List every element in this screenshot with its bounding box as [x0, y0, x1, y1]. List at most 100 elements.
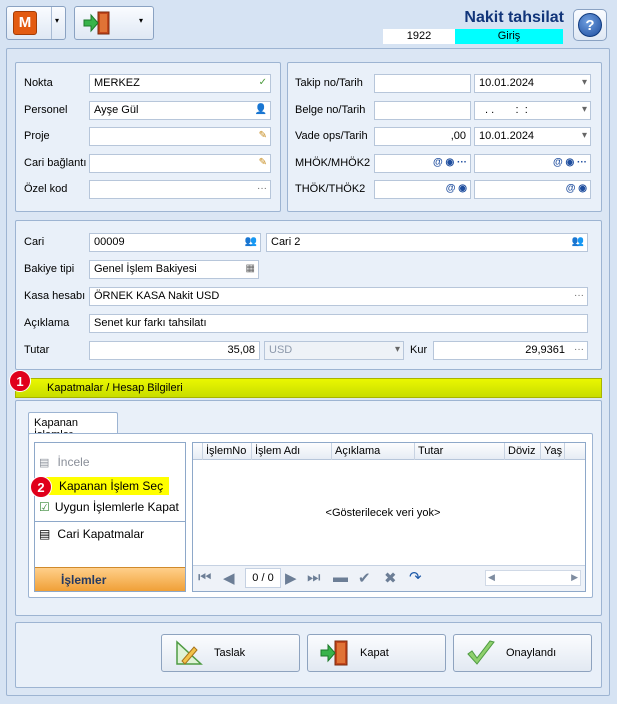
grid-header: İşlemNo İşlem Adı Açıklama Tutar Döviz Y… — [193, 443, 585, 460]
next-record-icon[interactable]: ▶ — [285, 569, 297, 587]
last-record-icon[interactable]: ⏭ — [307, 569, 321, 586]
tab-kapanan-islemler[interactable]: Kapanan İşlemler — [28, 412, 118, 441]
menu-item-incele[interactable]: ▤ İncele — [39, 455, 179, 473]
vade-ops-field[interactable]: ,00 — [374, 127, 471, 146]
belge-date-value: . . : : — [485, 104, 528, 116]
chevron-down-icon: ▾ — [55, 16, 60, 25]
ellipsis-icon: ··· — [574, 344, 584, 355]
grid-indicator-col — [193, 443, 203, 460]
islemler-footer[interactable]: İşlemler — [35, 567, 185, 591]
aciklama-label: Açıklama — [24, 317, 70, 329]
scroll-left-icon[interactable]: ◀ — [488, 572, 495, 583]
help-button[interactable]: ? — [573, 9, 607, 41]
bakiye-field[interactable]: Genel İşlem Bakiyesi ▦ — [89, 260, 259, 279]
currency-select[interactable]: USD ▾ — [264, 341, 404, 360]
islemler-grid: İşlemNo İşlem Adı Açıklama Tutar Döviz Y… — [192, 442, 586, 592]
nokta-field[interactable]: MERKEZ ✓ — [89, 74, 271, 93]
at-icon: @ ◉ ··· — [552, 157, 587, 168]
aciklama-field[interactable]: Senet kur farkı tahsilatı — [89, 314, 588, 333]
menu-item-uygun[interactable]: ☑ Uygun İşlemlerle Kapat — [39, 500, 185, 518]
nokta-label: Nokta — [24, 77, 53, 89]
kapat-label: Kapat — [360, 647, 389, 659]
vade-label: Vade ops/Tarih — [295, 130, 368, 142]
grid-col-header[interactable]: Yaş — [541, 443, 565, 460]
grid-empty-text: <Gösterilecek veri yok> — [325, 507, 441, 519]
refresh-icon[interactable]: ↷ — [409, 568, 422, 586]
cari-baglanti-field[interactable]: ✎ — [89, 154, 271, 173]
chevron-down-icon: ▾ — [581, 77, 587, 88]
menu-item-cari-kapatmalar[interactable]: ▤ Cari Kapatmalar — [39, 527, 179, 545]
at-icon: @ ◉ — [445, 183, 467, 194]
belge-date-field[interactable]: . . : : ▾ — [474, 101, 591, 120]
kur-label: Kur — [410, 344, 428, 356]
cari-name-field[interactable]: Cari 2 👥 — [266, 233, 588, 252]
module-logo-letter: M — [18, 14, 32, 31]
chevron-down-icon: ▾ — [139, 16, 144, 25]
menu-item-kapanan-sec[interactable]: Kapanan İşlem Seç — [39, 477, 169, 495]
tutar-field[interactable]: 35,08 — [89, 341, 260, 360]
belge-no-field[interactable] — [374, 101, 471, 120]
cari-code-field[interactable]: 00009 👥 — [89, 233, 261, 252]
help-icon: ? — [578, 13, 602, 37]
tutar-value: 35,08 — [227, 344, 255, 356]
mhok-1-field[interactable]: @ ◉ ··· — [374, 154, 471, 173]
module-logo-icon: M — [13, 11, 37, 35]
at-icon: @ ◉ — [565, 183, 587, 194]
inspect-icon: ▤ — [39, 457, 50, 469]
proje-label: Proje — [24, 130, 50, 142]
tag-icon: ✎ — [258, 157, 267, 168]
delete-record-icon[interactable]: ▬ — [333, 569, 348, 586]
module-menu-button[interactable]: M ▾ — [6, 6, 66, 40]
document-number: 1922 — [383, 29, 455, 44]
chevron-down-icon: ▾ — [394, 344, 400, 355]
chevron-down-icon: ▾ — [581, 130, 587, 141]
prev-record-icon[interactable]: ◀ — [223, 569, 235, 587]
grid-col-header[interactable]: Döviz — [505, 443, 541, 460]
belge-label: Belge no/Tarih — [295, 104, 366, 116]
post-edit-icon[interactable]: ✔ — [358, 569, 371, 587]
cari-label: Cari — [24, 236, 45, 248]
takip-date-field[interactable]: 10.01.2024 ▾ — [474, 74, 591, 93]
person-icon: 👤 — [254, 104, 267, 115]
ozel-kod-field[interactable]: ··· — [89, 180, 271, 199]
grid-col-header[interactable]: Açıklama — [332, 443, 415, 460]
draft-pencil-icon — [176, 640, 203, 665]
currency-value: USD — [269, 344, 293, 356]
grid-col-header[interactable]: Tutar — [415, 443, 505, 460]
personel-label: Personel — [24, 104, 68, 116]
step-marker-2: 2 — [30, 476, 52, 498]
taslak-label: Taslak — [214, 647, 246, 659]
exit-menu-button[interactable]: ▾ — [74, 6, 154, 40]
kasa-value: ÖRNEK KASA Nakit USD — [94, 290, 220, 302]
mhok-2-field[interactable]: @ ◉ ··· — [474, 154, 591, 173]
kapatmalar-header-label: Kapatmalar / Hesap Bilgileri — [47, 382, 183, 394]
cari-name-value: Cari 2 — [271, 236, 301, 248]
thok-1-field[interactable]: @ ◉ — [374, 180, 471, 199]
takip-no-field[interactable] — [374, 74, 471, 93]
personel-value: Ayşe Gül — [94, 104, 139, 116]
kasa-label: Kasa hesabı — [24, 290, 86, 302]
check-icon: ✓ — [258, 77, 267, 88]
kasa-field[interactable]: ÖRNEK KASA Nakit USD ··· — [89, 287, 588, 306]
vade-date-field[interactable]: 10.01.2024 ▾ — [474, 127, 591, 146]
takip-label: Takip no/Tarih — [295, 77, 363, 89]
menu-item-label: Cari Kapatmalar — [57, 527, 145, 541]
vade-ops-value: ,00 — [450, 130, 466, 142]
onaylandi-button[interactable]: Onaylandı — [453, 634, 592, 672]
tutar-label: Tutar — [24, 344, 50, 356]
cancel-edit-icon[interactable]: ✖ — [384, 569, 397, 587]
personel-field[interactable]: Ayşe Gül 👤 — [89, 101, 271, 120]
grid-hscrollbar[interactable]: ◀ ▶ — [485, 570, 581, 586]
pager-text: 0 / 0 — [252, 572, 274, 584]
thok-2-field[interactable]: @ ◉ — [474, 180, 591, 199]
grid-col-header[interactable]: İşlemNo — [203, 443, 252, 460]
first-record-icon[interactable]: ⏮ — [198, 569, 212, 586]
cari-baglanti-label: Cari bağlantı — [24, 157, 87, 169]
kapat-button[interactable]: Kapat — [307, 634, 446, 672]
kur-field[interactable]: 29,9361 ··· — [433, 341, 588, 360]
scroll-right-icon[interactable]: ▶ — [571, 572, 578, 583]
taslak-button[interactable]: Taslak — [161, 634, 300, 672]
grid-col-header[interactable]: İşlem Adı — [252, 443, 332, 460]
proje-field[interactable]: ✎ — [89, 127, 271, 146]
kapatmalar-header-bar[interactable]: Kapatmalar / Hesap Bilgileri — [15, 378, 602, 398]
